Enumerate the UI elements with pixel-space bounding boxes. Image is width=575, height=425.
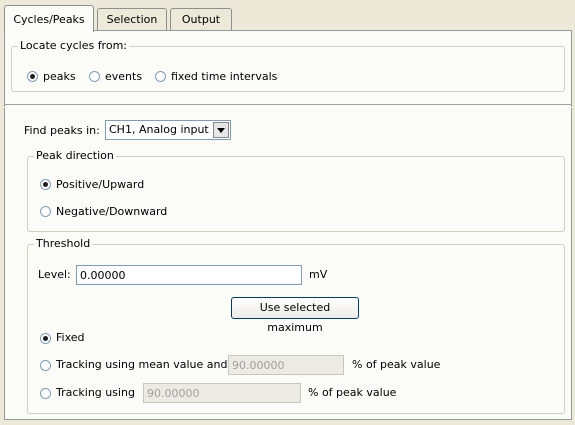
negative-downward-radio[interactable] — [40, 206, 51, 217]
tab-label: Cycles/Peaks — [13, 13, 85, 26]
tracking-radio[interactable] — [40, 388, 51, 399]
peak-direction-group: Peak direction — [27, 149, 565, 232]
positive-upward-radio[interactable] — [40, 179, 51, 190]
fixed-label: Fixed — [56, 331, 85, 344]
tracking-unit: % of peak value — [308, 386, 397, 399]
tab-output[interactable]: Output — [170, 8, 232, 30]
find-peaks-label: Find peaks in: — [24, 124, 100, 137]
fixed-intervals-label: fixed time intervals — [171, 70, 278, 83]
tracking-input[interactable] — [143, 383, 301, 403]
tracking-mean-label: Tracking using mean value and — [56, 358, 228, 371]
peak-direction-legend: Peak direction — [34, 149, 116, 163]
peaks-radio[interactable] — [27, 71, 38, 82]
use-selected-maximum-button[interactable]: Use selected maximum — [231, 297, 359, 334]
fixed-radio[interactable] — [40, 333, 51, 344]
negative-downward-label: Negative/Downward — [56, 205, 168, 218]
dropdown-arrow-icon[interactable] — [213, 122, 229, 138]
level-unit: mV — [309, 268, 328, 281]
tab-label: Selection — [106, 13, 158, 26]
peaks-label: peaks — [43, 70, 76, 83]
tracking-mean-radio[interactable] — [40, 360, 51, 371]
events-radio[interactable] — [89, 71, 100, 82]
fixed-intervals-radio[interactable] — [155, 71, 166, 82]
tracking-mean-unit: % of peak value — [352, 358, 441, 371]
tab-cycles-peaks[interactable]: Cycles/Peaks — [4, 5, 94, 32]
tracking-label: Tracking using — [56, 386, 136, 399]
section-divider — [4, 104, 572, 108]
threshold-legend: Threshold — [34, 237, 93, 251]
tab-selection[interactable]: Selection — [97, 8, 167, 30]
locate-cycles-legend: Locate cycles from: — [18, 39, 129, 53]
level-input[interactable] — [76, 265, 302, 285]
tracking-mean-input[interactable] — [228, 355, 344, 375]
events-label: events — [105, 70, 143, 83]
use-selected-maximum-label: Use selected maximum — [259, 301, 331, 334]
locate-cycles-group: Locate cycles from: — [11, 39, 565, 92]
positive-upward-label: Positive/Upward — [56, 178, 145, 191]
level-label: Level: — [38, 268, 71, 281]
find-peaks-value: CH1, Analog input — [109, 123, 209, 136]
tab-label: Output — [181, 13, 221, 26]
find-peaks-select[interactable]: CH1, Analog input — [105, 120, 231, 140]
